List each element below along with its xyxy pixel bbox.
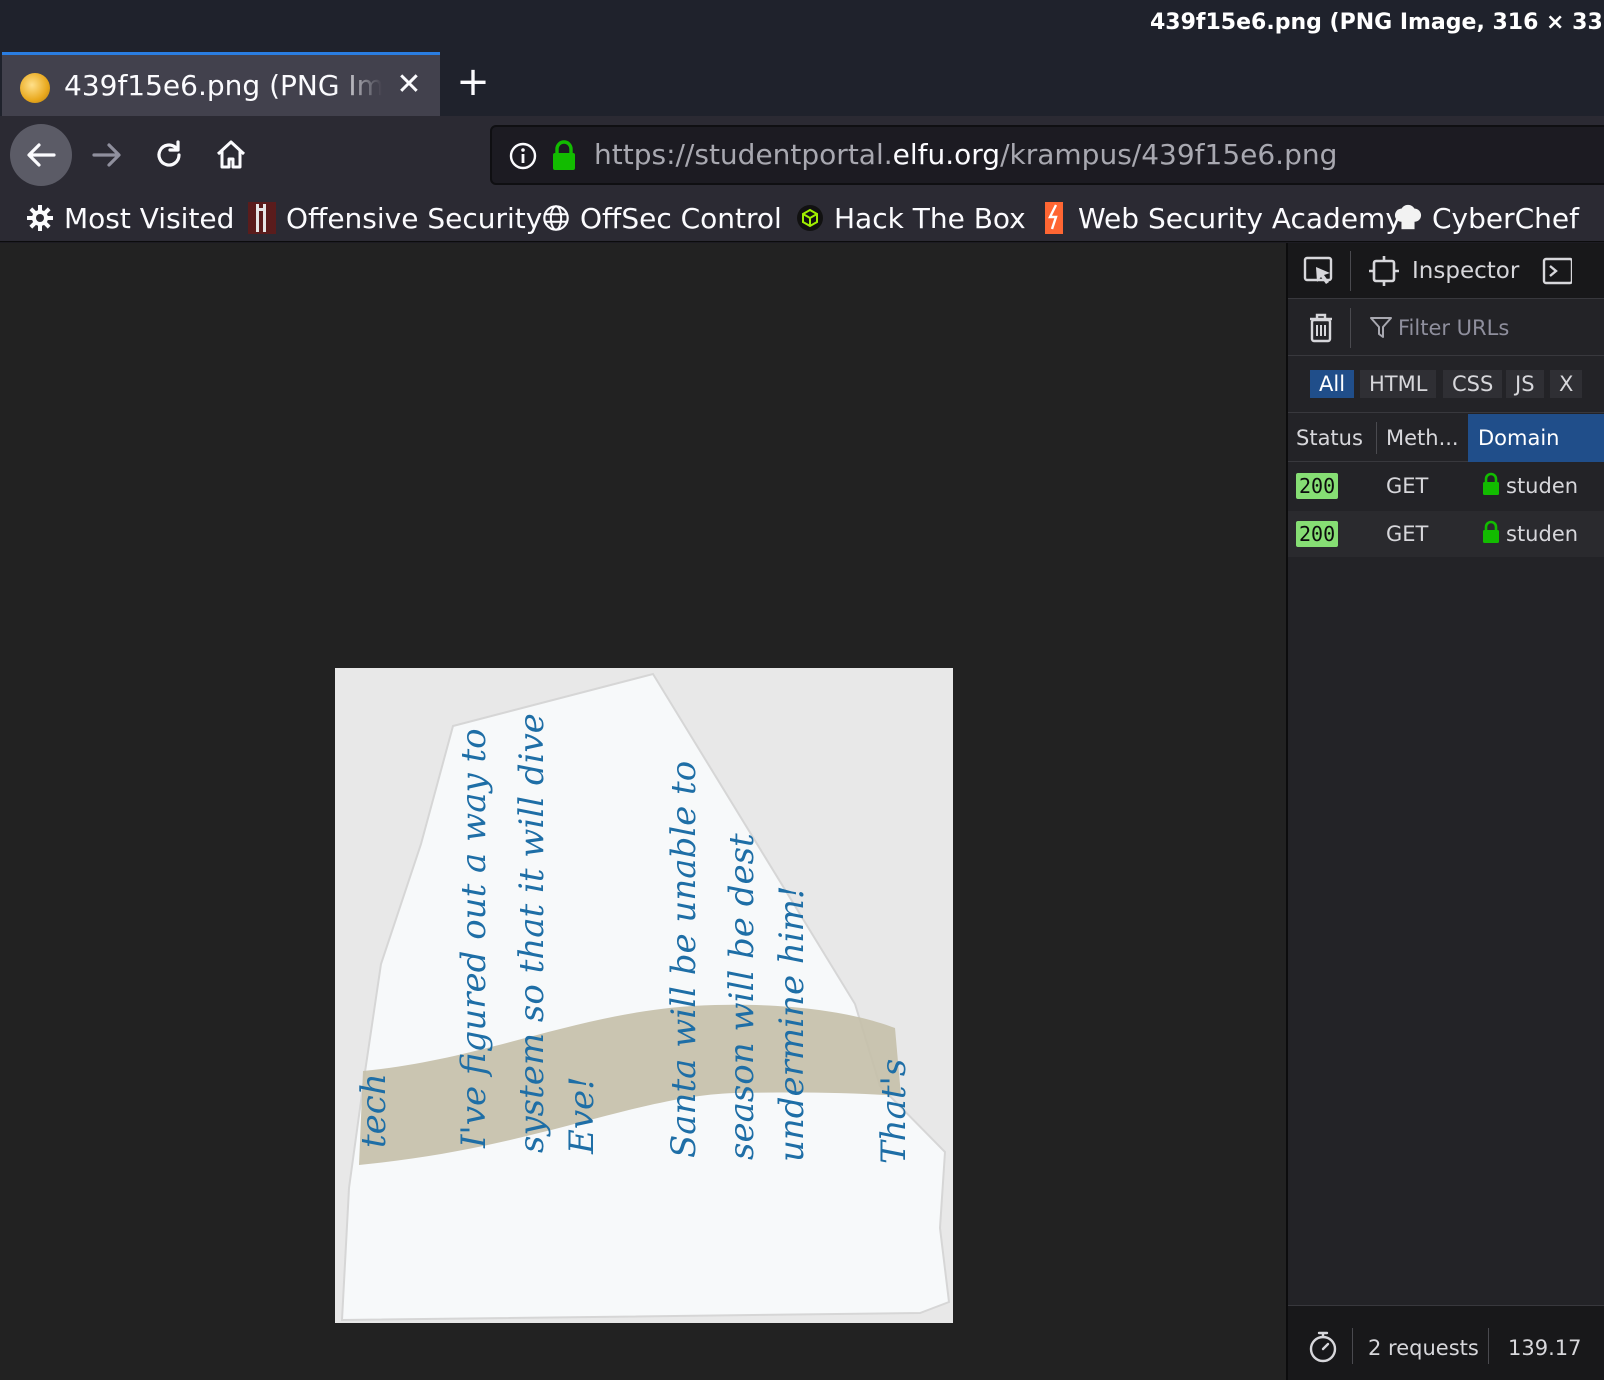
tab-inspector[interactable]: Inspector	[1368, 253, 1519, 289]
home-icon	[216, 140, 246, 169]
footer-separator	[1488, 1328, 1489, 1364]
reload-icon	[157, 140, 181, 167]
bookmark-offsec-control[interactable]: OffSec Control	[542, 198, 782, 238]
inspector-icon	[1369, 256, 1399, 286]
window-titlebar: 439f15e6.png (PNG Image, 316 × 335 pi	[0, 0, 1604, 50]
offsec-icon	[248, 202, 276, 234]
stopwatch-icon[interactable]	[1308, 1330, 1338, 1364]
type-filter-xhr[interactable]: X	[1550, 370, 1583, 398]
coin-icon	[20, 73, 50, 103]
lock-icon[interactable]	[550, 139, 578, 171]
bookmark-web-security-academy[interactable]: Web Security Academy	[1040, 198, 1402, 238]
htb-cube-icon	[796, 204, 824, 232]
window-title: 439f15e6.png (PNG Image, 316 × 335 pi	[1150, 10, 1604, 35]
reload-button[interactable]	[138, 124, 200, 186]
column-separator	[1376, 422, 1377, 454]
tab-title: 439f15e6.png (PNG Imag	[64, 69, 382, 102]
column-domain[interactable]: Domain	[1468, 414, 1604, 462]
column-status[interactable]: Status	[1288, 414, 1376, 462]
note-line: That's	[874, 1059, 914, 1164]
bookmark-cyberchef[interactable]: CyberChef	[1394, 198, 1579, 238]
table-row[interactable]: 200 GET studen	[1288, 511, 1604, 557]
trash-icon[interactable]	[1306, 312, 1336, 344]
type-filter-js[interactable]: JS	[1506, 370, 1544, 398]
bookmark-hack-the-box[interactable]: Hack The Box	[796, 198, 1026, 238]
lock-icon	[1483, 520, 1499, 543]
toolbar-separator	[1350, 308, 1351, 348]
url-path: /krampus/439f15e6.png	[1000, 138, 1338, 171]
note-line: tech	[354, 1073, 394, 1148]
request-count: 2 requests	[1368, 1336, 1479, 1360]
url-host: elfu.org	[892, 138, 1001, 171]
element-picker-icon[interactable]	[1302, 255, 1336, 289]
arrow-left-icon	[27, 143, 56, 167]
column-method[interactable]: Meth...	[1378, 414, 1466, 462]
bookmark-label: Most Visited	[64, 201, 235, 235]
navigation-toolbar: https://studentportal.elfu.org/krampus/4…	[0, 116, 1604, 194]
status-badge: 200	[1296, 521, 1339, 547]
type-filter-all[interactable]: All	[1310, 370, 1355, 398]
footer-separator	[1352, 1328, 1353, 1364]
requests-table-header: Status Meth... Domain	[1288, 414, 1604, 462]
filter-icon	[1370, 317, 1392, 338]
request-domain: studen	[1506, 522, 1579, 546]
lock-icon	[1483, 472, 1499, 495]
column-domain-label: Domain	[1468, 414, 1604, 462]
request-type-filters: All HTML CSS JS X	[1288, 357, 1604, 413]
request-method: GET	[1386, 522, 1429, 546]
bookmarks-toolbar: Most Visited Offensive Security OffSec C…	[0, 194, 1604, 242]
bookmark-label: Web Security Academy	[1078, 201, 1402, 235]
note-line: Santa will be unable to	[664, 761, 704, 1158]
toolbar-separator	[1350, 251, 1351, 291]
type-filter-html[interactable]: HTML	[1360, 370, 1437, 398]
bookmark-most-visited[interactable]: Most Visited	[26, 198, 234, 238]
tab-active[interactable]: 439f15e6.png (PNG Imag ✕	[2, 52, 440, 116]
network-filter-bar	[1288, 300, 1604, 356]
gear-icon	[26, 204, 54, 232]
bookmark-offensive-security[interactable]: Offensive Security	[248, 198, 542, 238]
info-icon[interactable]	[508, 141, 538, 171]
bookmark-label: CyberChef	[1432, 201, 1580, 235]
type-filter-css[interactable]: CSS	[1443, 370, 1503, 398]
back-button[interactable]	[10, 124, 72, 186]
status-badge: 200	[1296, 473, 1339, 499]
note-line: I've figured out a way to	[454, 728, 494, 1149]
request-method: GET	[1386, 474, 1429, 498]
note-line: Eve!	[562, 1076, 602, 1155]
forward-button[interactable]	[76, 124, 138, 186]
note-line: undermine him!	[772, 885, 812, 1162]
bookmark-label: OffSec Control	[580, 201, 782, 235]
url-text[interactable]: https://studentportal.elfu.org/krampus/4…	[594, 138, 1337, 171]
note-line: season will be dest	[722, 833, 762, 1160]
devtools-panel: Inspector All HTML CSS JS X Status Meth.…	[1286, 243, 1604, 1380]
transfer-size: 139.17	[1508, 1336, 1582, 1360]
network-summary-bar: 2 requests 139.17	[1288, 1305, 1604, 1380]
home-button[interactable]	[200, 124, 262, 186]
note-line: system so that it will dive	[512, 713, 552, 1153]
bookmark-label: Offensive Security	[286, 201, 543, 235]
globe-icon	[542, 204, 570, 232]
page-content: tech I've figured out a way to system so…	[0, 243, 1286, 1380]
devtools-toolbar: Inspector	[1288, 243, 1604, 299]
close-tab-icon[interactable]: ✕	[394, 67, 424, 103]
chef-hat-icon	[1394, 204, 1422, 232]
console-icon[interactable]	[1542, 255, 1572, 287]
url-scheme: https://studentportal.	[594, 138, 893, 171]
tab-strip: 439f15e6.png (PNG Imag ✕ +	[0, 50, 1604, 116]
request-domain: studen	[1506, 474, 1579, 498]
png-image[interactable]: tech I've figured out a way to system so…	[335, 668, 953, 1323]
url-bar[interactable]: https://studentportal.elfu.org/krampus/4…	[490, 125, 1604, 185]
inspector-label: Inspector	[1412, 258, 1520, 284]
bookmark-label: Hack The Box	[834, 201, 1026, 235]
filter-urls-input[interactable]	[1398, 310, 1598, 346]
arrow-right-icon	[92, 143, 121, 167]
table-row[interactable]: 200 GET studen	[1288, 463, 1604, 509]
portswigger-icon	[1040, 202, 1068, 234]
new-tab-button[interactable]: +	[452, 62, 494, 104]
